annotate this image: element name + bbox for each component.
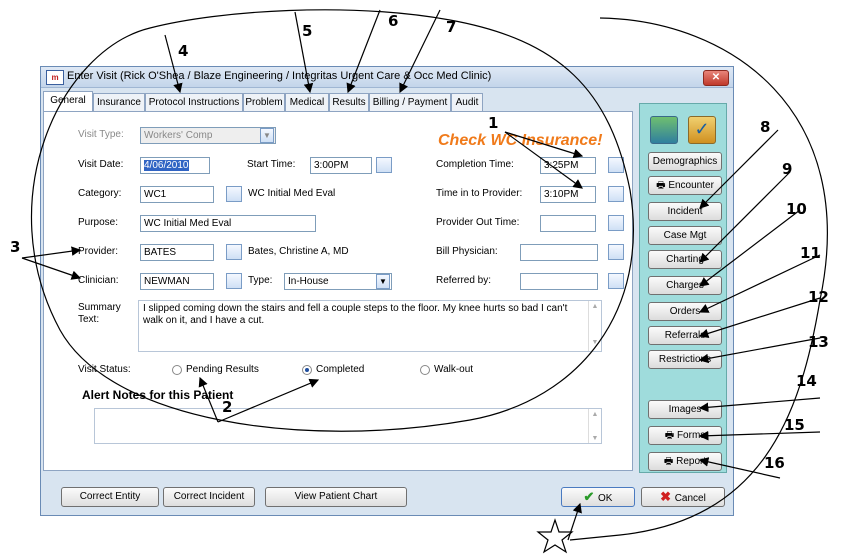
annotation-loop	[569, 17, 828, 541]
callout-16: 16	[764, 454, 785, 472]
callout-14: 14	[796, 372, 817, 390]
callout-13: 13	[808, 333, 829, 351]
callout-1: 1	[488, 114, 499, 132]
callout-9: 9	[782, 160, 793, 178]
callout-15: 15	[784, 416, 805, 434]
callout-6: 6	[388, 12, 399, 30]
callout-7: 7	[446, 18, 457, 36]
annotation-overlay	[21, 9, 828, 554]
callout-4: 4	[178, 42, 189, 60]
callout-2: 2	[222, 398, 233, 416]
callout-10: 10	[786, 200, 807, 218]
callout-3: 3	[10, 238, 21, 256]
star-icon	[536, 518, 574, 554]
annotation-oval	[30, 9, 634, 432]
callout-12: 12	[808, 288, 829, 306]
callout-11: 11	[800, 244, 821, 262]
callout-5: 5	[302, 22, 313, 40]
callout-8: 8	[760, 118, 771, 136]
